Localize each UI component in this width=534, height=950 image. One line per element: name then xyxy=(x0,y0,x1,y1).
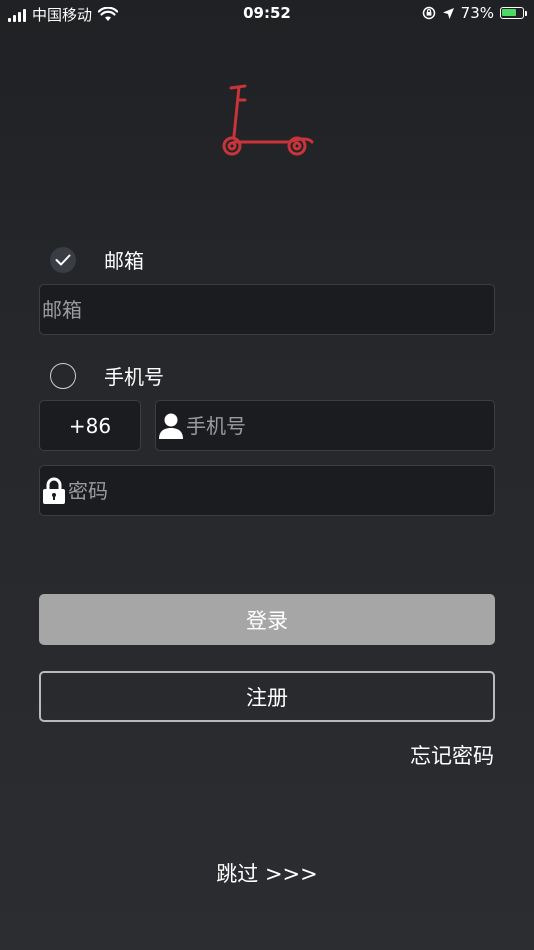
phone-field[interactable] xyxy=(155,400,495,451)
lock-icon xyxy=(43,477,65,504)
phone-option-label: 手机号 xyxy=(104,365,164,389)
battery-percent: 73% xyxy=(460,4,494,22)
status-bar: 中国移动 09:52 73% xyxy=(0,0,534,30)
email-option[interactable]: 邮箱 xyxy=(50,245,144,274)
login-button[interactable]: 登录 xyxy=(39,594,495,645)
country-code: +86 xyxy=(68,413,112,438)
phone-radio[interactable] xyxy=(50,362,76,389)
user-icon xyxy=(159,413,183,439)
battery-icon xyxy=(500,7,527,19)
email-input[interactable] xyxy=(42,297,494,322)
country-code-selector[interactable]: +86 xyxy=(39,400,141,451)
register-button[interactable]: 注册 xyxy=(39,671,495,722)
orientation-lock-icon xyxy=(422,6,435,20)
email-field[interactable] xyxy=(39,284,495,335)
password-field[interactable] xyxy=(39,465,495,516)
phone-option[interactable]: 手机号 xyxy=(50,361,164,390)
checkmark-icon xyxy=(55,254,71,265)
email-radio[interactable] xyxy=(50,246,76,273)
phone-input[interactable] xyxy=(186,413,494,438)
email-option-label: 邮箱 xyxy=(104,249,144,273)
status-right: 73% xyxy=(422,4,527,22)
forgot-password-link[interactable]: 忘记密码 xyxy=(410,740,494,770)
battery-fill xyxy=(502,9,516,16)
skip-link[interactable]: 跳过 >>> xyxy=(0,858,534,888)
location-arrow-icon xyxy=(442,7,454,19)
password-input[interactable] xyxy=(68,478,494,503)
scooter-logo-icon xyxy=(222,84,314,156)
